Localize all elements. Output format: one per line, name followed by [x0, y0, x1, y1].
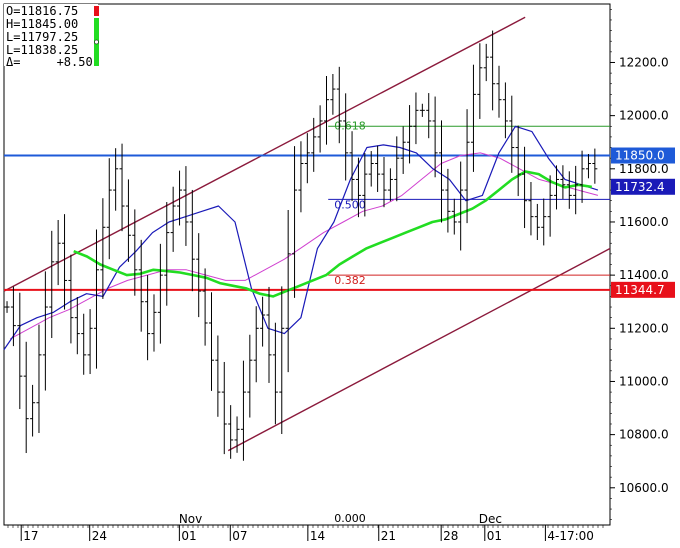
x-month-label: Nov — [179, 512, 202, 526]
plot-area[interactable] — [3, 3, 611, 526]
ohlc-delta: Δ= +8.50 — [6, 55, 93, 69]
y-tick-label: 10600.0 — [619, 481, 669, 495]
chart-window: 0.618 0.500 0.382 0.000 12200.0 12000.0 11800… — [0, 0, 680, 548]
x-day-label: 21 — [381, 529, 396, 543]
ohlc-high: H=11845.00 — [6, 17, 78, 31]
y-tick-label: 11000.0 — [619, 374, 669, 388]
ohlc-open: O=11816.75 — [6, 4, 78, 18]
ohlc-current-marker — [94, 39, 99, 45]
y-tick-label: 11200.0 — [619, 321, 669, 335]
y-axis: 12200.0 12000.0 11800.0 11600.0 11400.0 11200… — [610, 9, 669, 520]
ohlc-low-1: L=11797.25 — [6, 30, 78, 44]
fib-label-0.000: 0.000 — [334, 512, 366, 525]
x-day-label: 14 — [310, 529, 325, 543]
x-day-label: 4-17:00 — [547, 529, 594, 543]
y-tick-label: 12200.0 — [619, 55, 669, 69]
x-day-label: 01 — [181, 529, 196, 543]
x-day-label: 24 — [92, 529, 107, 543]
y-tick-label: 12000.0 — [619, 109, 669, 123]
x-day-label: 28 — [443, 529, 458, 543]
x-day-label: 01 — [487, 529, 502, 543]
resistance-box-label: 11850.0 — [615, 149, 665, 163]
fib-label-0.382: 0.382 — [334, 274, 366, 287]
x-month-label: Dec — [479, 512, 502, 526]
ohlc-open-marker — [94, 6, 99, 16]
y-tick-label: 10800.0 — [619, 428, 669, 442]
x-day-label: 17 — [23, 529, 38, 543]
price-chart[interactable]: 0.6180.5000.3820.000 12200.012000.011800… — [0, 0, 680, 548]
y-tick-label: 11600.0 — [619, 215, 669, 229]
x-day-label: 07 — [232, 529, 247, 543]
moving-average-box-label: 11732.4 — [615, 180, 665, 194]
ohlc-info-box: O=11816.75 H=11845.00 L=11797.25 L=11838… — [4, 4, 99, 69]
support-box-label: 11344.7 — [615, 283, 665, 297]
y-tick-label: 11800.0 — [619, 162, 669, 176]
y-tick-label: 11400.0 — [619, 268, 669, 282]
